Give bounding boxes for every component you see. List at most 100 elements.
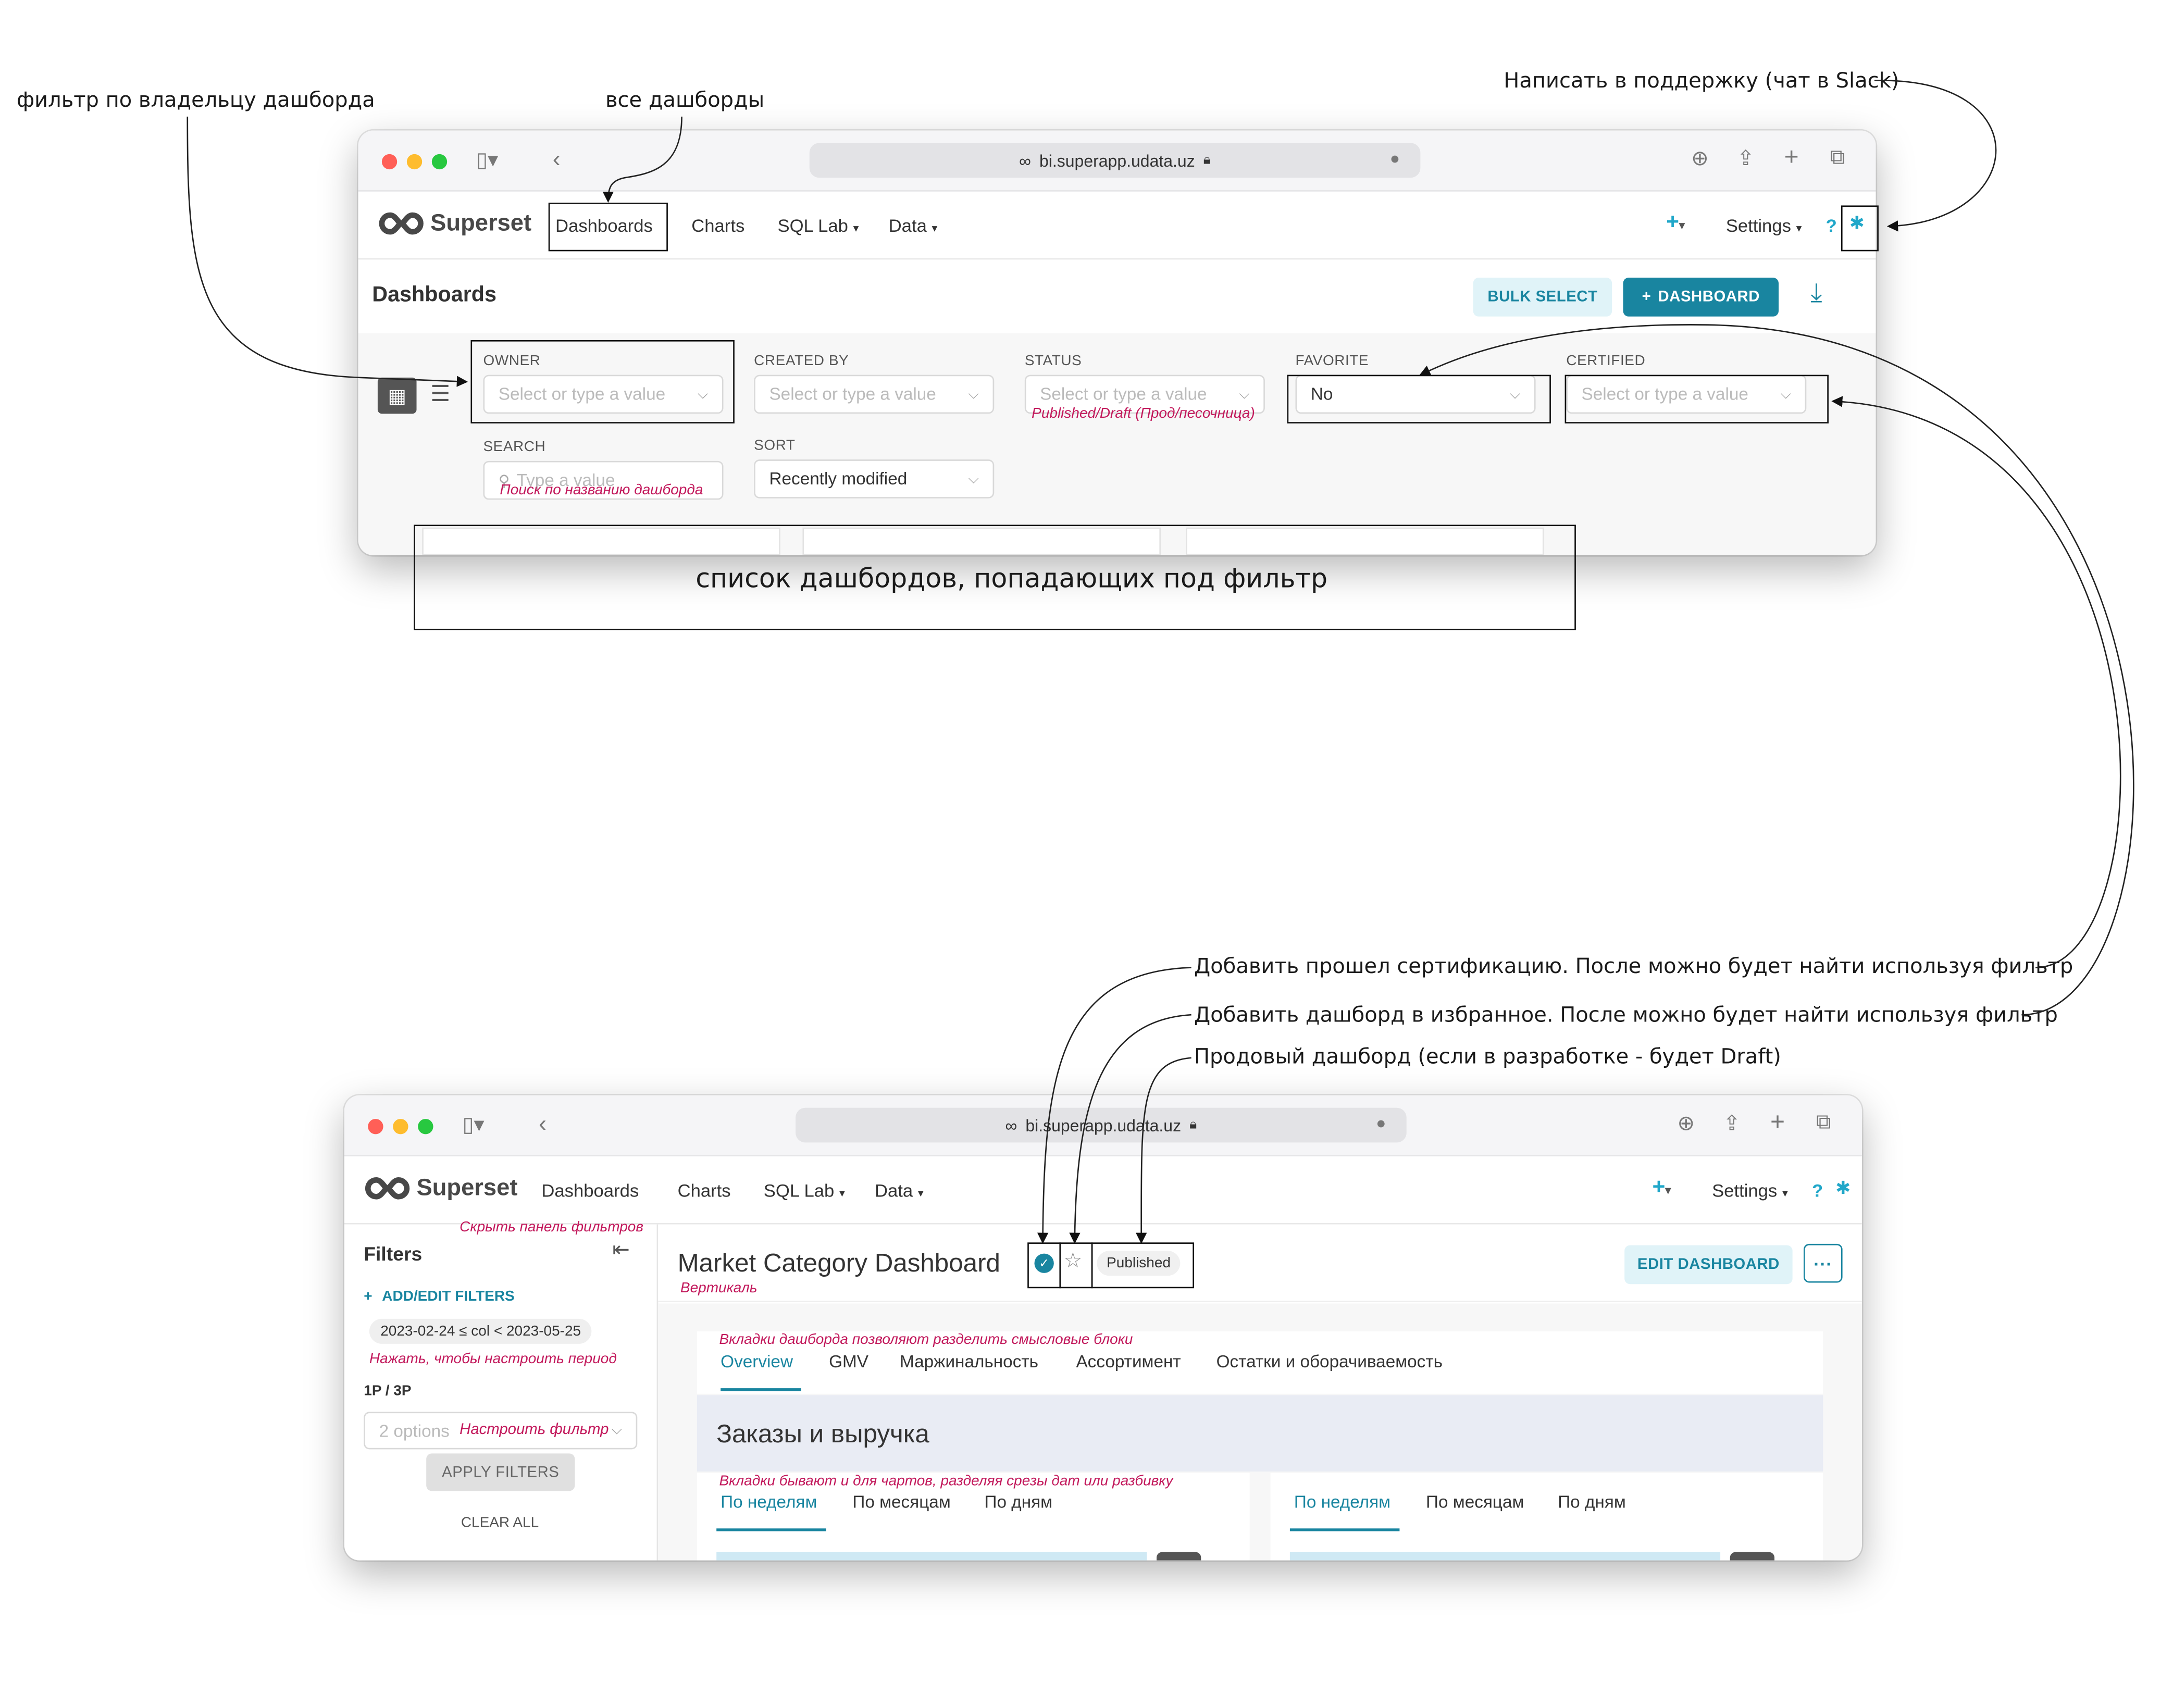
card-view-icon[interactable]: ▦ <box>377 377 417 414</box>
chevron-down-icon: ⌵ <box>968 387 979 402</box>
chevron-down-icon: ⌵ <box>611 1423 622 1439</box>
chart-tab-months[interactable]: По месяцам <box>1426 1492 1524 1512</box>
maximize-dot[interactable] <box>418 1119 433 1134</box>
nav-settings[interactable]: Settings ▾ <box>1712 1180 1788 1201</box>
highlight-owner-filter <box>470 340 735 423</box>
dashboard-tabs-bar: Вкладки дашборда позволяют разделить смы… <box>697 1331 1823 1394</box>
nav-data[interactable]: Data ▾ <box>875 1180 924 1201</box>
nav-dashboards[interactable]: Dashboards <box>541 1180 639 1201</box>
sort-label: SORT <box>754 437 796 454</box>
minimize-dot[interactable] <box>406 154 423 170</box>
superset-logo-icon <box>379 212 424 235</box>
dashboard-tab-assortment[interactable]: Ассортимент <box>1076 1352 1181 1372</box>
share-icon[interactable]: ⇪ <box>1737 146 1755 171</box>
back-icon[interactable]: ‹ <box>553 146 561 173</box>
highlight-favorite-star <box>1059 1242 1093 1289</box>
close-dot[interactable] <box>368 1119 383 1134</box>
dashboard-tabs-note: Вкладки дашборда позволяют разделить смы… <box>719 1331 1133 1348</box>
nav-charts[interactable]: Charts <box>678 1180 731 1201</box>
new-tab-icon[interactable]: + <box>1784 143 1799 172</box>
filters-title: Filters <box>364 1242 423 1265</box>
caret-down-icon: ▾ <box>853 222 859 235</box>
more-menu-icon[interactable]: ● <box>1376 1113 1386 1132</box>
chart-card-right: По неделям По месяцам По дням <box>1270 1473 1823 1561</box>
dashboard-tab-overview[interactable]: Overview <box>721 1352 793 1372</box>
more-actions-button[interactable]: ··· <box>1803 1243 1843 1283</box>
plus-icon: + <box>1642 289 1652 306</box>
dashboard-title[interactable]: Market Category Dashboard <box>678 1248 1000 1279</box>
sort-select[interactable]: Recently modified ⌵ <box>754 459 995 498</box>
chevron-down-icon: ⌵ <box>968 471 979 487</box>
plus-menu-icon[interactable]: +▾ <box>1652 1176 1671 1201</box>
apply-filters-button[interactable]: APPLY FILTERS <box>426 1453 575 1491</box>
share-icon[interactable]: ⇪ <box>1723 1111 1741 1136</box>
chart-tab-weeks[interactable]: По неделям <box>721 1492 817 1512</box>
add-edit-filters-label: ADD/EDIT FILTERS <box>382 1288 515 1305</box>
nav-settings[interactable]: Settings ▾ <box>1726 215 1802 236</box>
dashboard-title-note: Вертикаль <box>680 1280 758 1297</box>
address-bar[interactable]: ∞ bi.superapp.udata.uz 🔒︎ <box>809 143 1421 178</box>
bulk-select-button[interactable]: BULK SELECT <box>1473 278 1612 317</box>
chart-tab-weeks[interactable]: По неделям <box>1294 1492 1390 1512</box>
nav-data[interactable]: Data ▾ <box>889 215 938 236</box>
nav-sql-lab-label: SQL Lab <box>763 1180 835 1201</box>
highlight-status-badge <box>1091 1242 1194 1289</box>
chart-tab-months[interactable]: По месяцам <box>852 1492 950 1512</box>
more-menu-icon[interactable]: ● <box>1390 148 1400 168</box>
status-placeholder: Select or type a value <box>1040 384 1207 404</box>
filter-1p3p-label: 1P / 3P <box>364 1382 412 1400</box>
collapse-panel-icon[interactable]: ⇤ <box>612 1237 630 1262</box>
created-by-select[interactable]: Select or type a value ⌵ <box>754 375 995 414</box>
link-icon: ∞ <box>1019 151 1032 170</box>
maximize-dot[interactable] <box>431 154 448 170</box>
time-range-chip[interactable]: 2023-02-24 ≤ col < 2023-05-25 <box>369 1318 592 1344</box>
clear-all-button[interactable]: CLEAR ALL <box>461 1515 539 1531</box>
download-icon[interactable]: ⊕ <box>1677 1111 1695 1136</box>
lock-icon: 🔒︎ <box>1203 153 1211 168</box>
chart-toggle[interactable] <box>1730 1552 1774 1561</box>
new-tab-icon[interactable]: + <box>1770 1108 1785 1137</box>
help-icon[interactable]: ? <box>1812 1180 1823 1201</box>
connector-support <box>1874 80 1997 232</box>
address-bar[interactable]: ∞ bi.superapp.udata.uz 🔒︎ <box>796 1107 1407 1143</box>
superset-logo[interactable]: Superset <box>364 1175 517 1202</box>
sidebar-toggle-icon[interactable]: ▯▾ <box>462 1112 484 1137</box>
link-icon: ∞ <box>1005 1115 1017 1135</box>
all-dashboards-annotation: все дашборды <box>605 87 765 113</box>
tabs-overview-icon[interactable]: ⧉ <box>1830 146 1845 169</box>
download-icon[interactable]: ⊕ <box>1691 146 1709 171</box>
superset-logo[interactable]: Superset <box>378 209 531 237</box>
chart-tab-days[interactable]: По дням <box>1558 1492 1626 1512</box>
highlight-certified-badge <box>1027 1242 1061 1289</box>
plus-menu-icon[interactable]: +▾ <box>1666 211 1685 236</box>
back-icon[interactable]: ‹ <box>539 1111 547 1138</box>
bug-report-icon[interactable]: ✱ <box>1835 1177 1851 1200</box>
chart-tab-days[interactable]: По дням <box>985 1492 1053 1512</box>
minimize-dot[interactable] <box>393 1119 408 1134</box>
add-edit-filters-button[interactable]: + ADD/EDIT FILTERS <box>364 1288 514 1305</box>
sidebar-toggle-icon[interactable]: ▯▾ <box>476 147 498 172</box>
nav-sql-lab[interactable]: SQL Lab ▾ <box>764 1180 845 1201</box>
active-tab-underline <box>721 1388 801 1391</box>
nav-sql-lab[interactable]: SQL Lab ▾ <box>777 215 859 236</box>
status-note: Published/Draft (Прод/песочница) <box>1032 405 1255 422</box>
list-view-icon[interactable]: ☰ <box>430 380 450 408</box>
dashboard-tab-stock[interactable]: Остатки и оборачиваемость <box>1216 1352 1443 1372</box>
section-header: Заказы и выручка <box>697 1395 1823 1472</box>
help-icon[interactable]: ? <box>1826 215 1837 236</box>
import-download-icon[interactable]: ⤓ <box>1810 279 1822 310</box>
close-dot[interactable] <box>381 154 398 170</box>
nav-charts[interactable]: Charts <box>691 215 744 236</box>
created-by-placeholder: Select or type a value <box>769 384 936 404</box>
chart-toggle[interactable] <box>1157 1552 1201 1561</box>
url-text: bi.superapp.udata.uz <box>1025 1115 1182 1135</box>
dashboard-tab-margin[interactable]: Маржинальность <box>900 1352 1038 1372</box>
superset-logo-icon <box>365 1177 410 1200</box>
status-label: STATUS <box>1024 352 1082 369</box>
dashboard-tab-gmv[interactable]: GMV <box>829 1352 868 1372</box>
tabs-overview-icon[interactable]: ⧉ <box>1816 1111 1831 1134</box>
edit-dashboard-button[interactable]: EDIT DASHBOARD <box>1624 1245 1793 1285</box>
add-dashboard-button[interactable]: + DASHBOARD <box>1623 278 1779 317</box>
hide-panel-note: Скрыть панель фильтров <box>460 1218 643 1236</box>
search-note: Поиск по названию дашборда <box>500 481 703 498</box>
